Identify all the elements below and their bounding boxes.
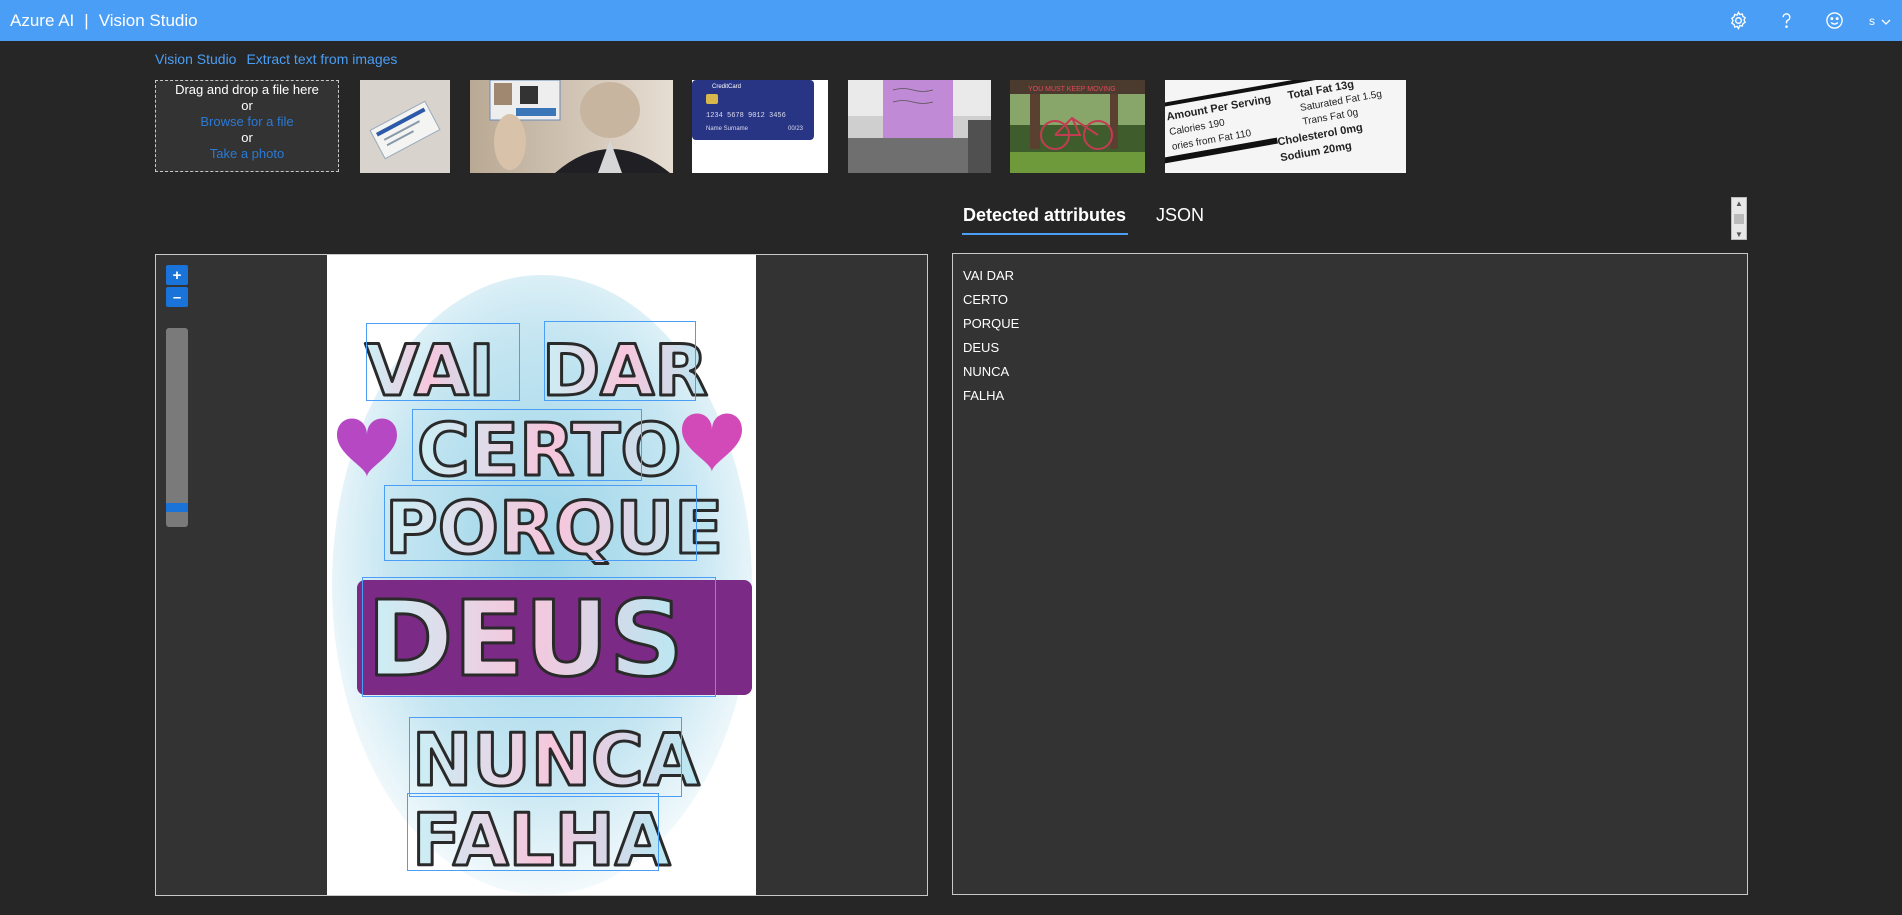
dropzone-or-2: or	[241, 130, 253, 145]
sample-thumbnail-credit-card[interactable]: CreditCard 1234 5678 9012 3456 Name Surn…	[692, 80, 828, 173]
result-line: FALHA	[963, 388, 1005, 403]
product-name: Azure AI	[10, 10, 75, 30]
sample-thumbnail-nutrition-label[interactable]: Amount Per Serving Calories 190 ories fr…	[1165, 80, 1406, 173]
gear-icon[interactable]	[1714, 0, 1762, 41]
result-line: CERTO	[963, 292, 1009, 307]
sample-thumbnail-badge[interactable]	[470, 80, 673, 173]
smiley-icon[interactable]	[1810, 0, 1858, 41]
app-name: Vision Studio	[98, 10, 198, 30]
user-menu-button[interactable]: s	[1858, 14, 1902, 28]
text-bounding-box[interactable]	[366, 323, 520, 401]
image-canvas-panel: + – VAI DAR CERTO PORQUE DEUS NUNCA FALH…	[155, 254, 928, 896]
text-bounding-box[interactable]	[362, 577, 716, 697]
dropzone-or-1: or	[241, 98, 253, 113]
text-bounding-box[interactable]	[407, 793, 659, 871]
help-icon[interactable]	[1762, 0, 1810, 41]
scroll-down-icon[interactable]: ▼	[1735, 230, 1743, 239]
svg-text:Name Surname: Name Surname	[706, 126, 749, 132]
dropzone-instruction: Drag and drop a file here	[175, 82, 319, 97]
zoom-slider[interactable]	[166, 328, 188, 527]
zoom-in-button[interactable]: +	[166, 265, 188, 285]
breadcrumb: Vision Studio Extract text from images	[155, 51, 397, 67]
tab-detected-attributes[interactable]: Detected attributes	[962, 205, 1129, 235]
result-line: DEUS	[963, 340, 1000, 355]
chevron-down-icon	[1881, 14, 1891, 28]
result-line: PORQUE	[963, 316, 1020, 331]
sample-thumbnail-bicycle[interactable]: YOU MUST KEEP MOVING	[1010, 80, 1145, 173]
breadcrumb-root[interactable]: Vision Studio	[155, 51, 236, 67]
svg-text:00/23: 00/23	[788, 126, 804, 132]
scroll-up-icon[interactable]: ▲	[1735, 199, 1743, 208]
take-photo-link[interactable]: Take a photo	[156, 146, 338, 162]
sample-thumbnail-sticky-note[interactable]	[848, 80, 991, 173]
sample-thumbnail-id-card[interactable]	[360, 80, 450, 173]
brand[interactable]: Azure AI | Vision Studio	[10, 11, 198, 31]
browse-file-link[interactable]: Browse for a file	[156, 114, 338, 130]
result-tabs: Detected attributes JSON	[962, 205, 1204, 235]
zoom-out-button[interactable]: –	[166, 287, 188, 307]
text-bounding-box[interactable]	[384, 485, 697, 561]
svg-text:CreditCard: CreditCard	[712, 84, 741, 90]
brand-separator: |	[84, 10, 89, 30]
user-initial: s	[1869, 13, 1875, 28]
text-bounding-box[interactable]	[544, 321, 696, 401]
top-bar: Azure AI | Vision Studio s	[0, 0, 1902, 41]
text-bounding-box[interactable]	[412, 409, 642, 481]
text-bounding-box[interactable]	[409, 717, 682, 797]
zoom-slider-handle[interactable]	[166, 502, 188, 512]
file-dropzone[interactable]: Drag and drop a file here or Browse for …	[155, 80, 339, 172]
top-icons: s	[1714, 0, 1902, 41]
detected-attributes-panel: VAI DAR CERTO PORQUE DEUS NUNCA FALHA	[952, 253, 1748, 895]
svg-text:1234 5678 9012 3456: 1234 5678 9012 3456	[706, 112, 786, 120]
tab-json[interactable]: JSON	[1156, 205, 1204, 235]
svg-text:YOU MUST KEEP MOVING: YOU MUST KEEP MOVING	[1028, 86, 1116, 93]
scroll-thumb[interactable]	[1734, 214, 1744, 224]
analyzed-image: VAI DAR CERTO PORQUE DEUS NUNCA FALHA	[327, 255, 756, 895]
result-line: NUNCA	[963, 364, 1010, 379]
result-line: VAI DAR	[963, 268, 1015, 283]
scrollbar[interactable]: ▲ ▼	[1731, 197, 1747, 240]
breadcrumb-current[interactable]: Extract text from images	[246, 51, 397, 67]
